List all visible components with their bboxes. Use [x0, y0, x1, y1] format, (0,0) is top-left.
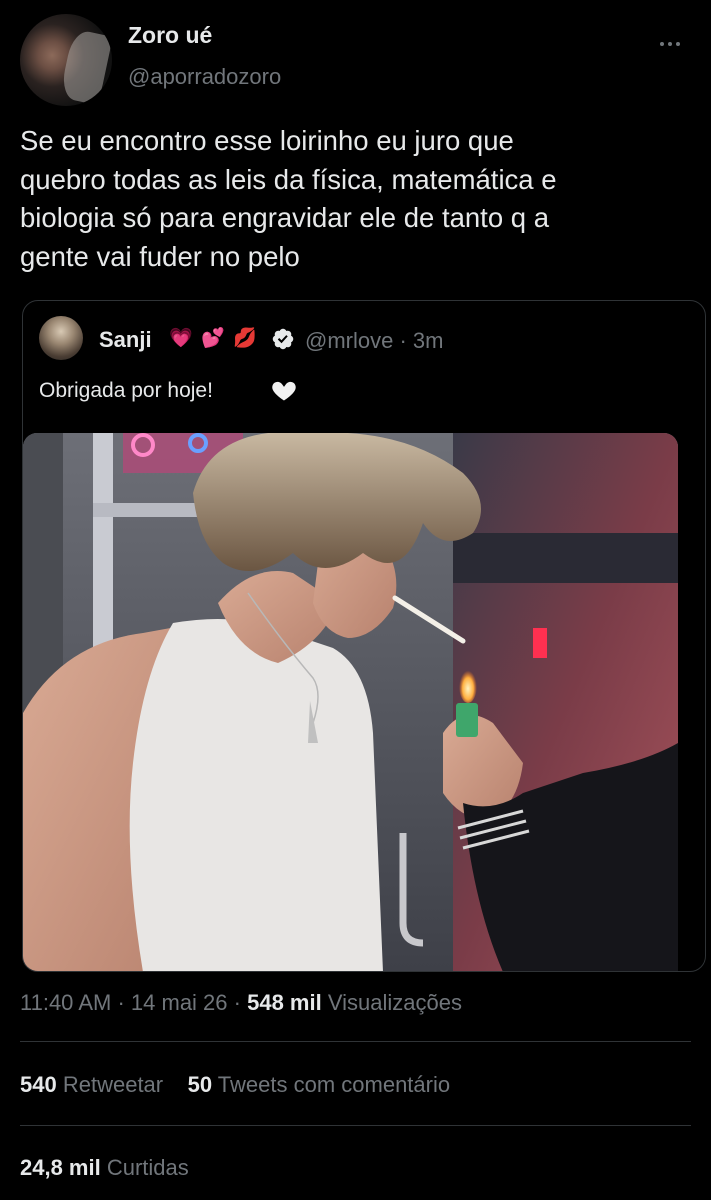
author-display-name[interactable]: Zoro ué — [128, 22, 212, 49]
verified-badge-icon — [272, 328, 294, 350]
retweets-count: 540 — [20, 1072, 57, 1097]
tweet-time[interactable]: 11:40 AM — [20, 990, 111, 1015]
quoted-tweet-text: Obrigada por hoje! — [39, 379, 213, 402]
separator-dot: · — [233, 990, 241, 1015]
tweet-body: Se eu encontro esse loirinho eu juro que… — [20, 122, 695, 276]
quoted-time: 3m — [412, 328, 444, 353]
likes-label: Curtidas — [106, 1155, 189, 1180]
separator-dot: · — [399, 328, 407, 353]
separator-dot: · — [117, 990, 125, 1015]
quoted-author-handle-time[interactable]: @mrlove · 3m — [305, 328, 443, 354]
engagement-stats-row: 540 Retweetar 50 Tweets com comentário — [20, 1072, 450, 1098]
quoted-author-name[interactable]: Sanji — [99, 327, 152, 353]
retweets-stat[interactable]: 540 Retweetar — [20, 1072, 169, 1097]
quoted-handle: @mrlove — [305, 328, 394, 353]
quoted-tweet-photo[interactable] — [23, 433, 678, 971]
more-horizontal-icon[interactable] — [660, 34, 688, 54]
quoted-tweet-card[interactable]: Sanji 💗 💕 💋 @mrlove · 3m Obrigada por ho… — [22, 300, 706, 972]
likes-count: 24,8 mil — [20, 1155, 101, 1180]
tweet-text-line: quebro todas as leis da física, matemáti… — [20, 163, 557, 195]
tweet-date[interactable]: 14 mai 26 — [131, 990, 228, 1015]
quote-tweets-count: 50 — [187, 1072, 213, 1097]
quote-tweets-stat[interactable]: 50 Tweets com comentário — [188, 1072, 451, 1097]
quote-tweets-label: Tweets com comentário — [217, 1072, 451, 1097]
author-handle[interactable]: @aporradozoro — [128, 64, 281, 90]
tweet-header: Zoro ué @aporradozoro — [0, 0, 711, 115]
white-heart-icon — [272, 381, 296, 401]
tweet-text-line: gente vai fuder no pelo — [20, 240, 300, 272]
retweets-label: Retweetar — [62, 1072, 164, 1097]
divider — [20, 1125, 691, 1126]
views-count: 548 mil — [247, 990, 322, 1015]
likes-stat[interactable]: 24,8 mil Curtidas — [20, 1155, 189, 1180]
views-label: Visualizações — [327, 990, 462, 1015]
author-avatar[interactable] — [20, 14, 112, 106]
photo-illustration — [23, 433, 678, 971]
likes-stats-row: 24,8 mil Curtidas — [20, 1155, 189, 1181]
quoted-author-avatar[interactable] — [39, 316, 83, 360]
tweet-text-line: biologia só para engravidar ele de tanto… — [20, 202, 549, 233]
kiss-mark-emoji: 💋 — [233, 328, 257, 349]
two-hearts-emoji: 💕 — [201, 328, 225, 349]
tweet-meta: 11:40 AM · 14 mai 26 · 548 mil Visualiza… — [20, 990, 462, 1016]
divider — [20, 1041, 691, 1042]
tweet-text-line: Se eu encontro esse loirinho eu juro que — [20, 125, 514, 156]
pink-heart-emoji: 💗 — [169, 328, 193, 349]
